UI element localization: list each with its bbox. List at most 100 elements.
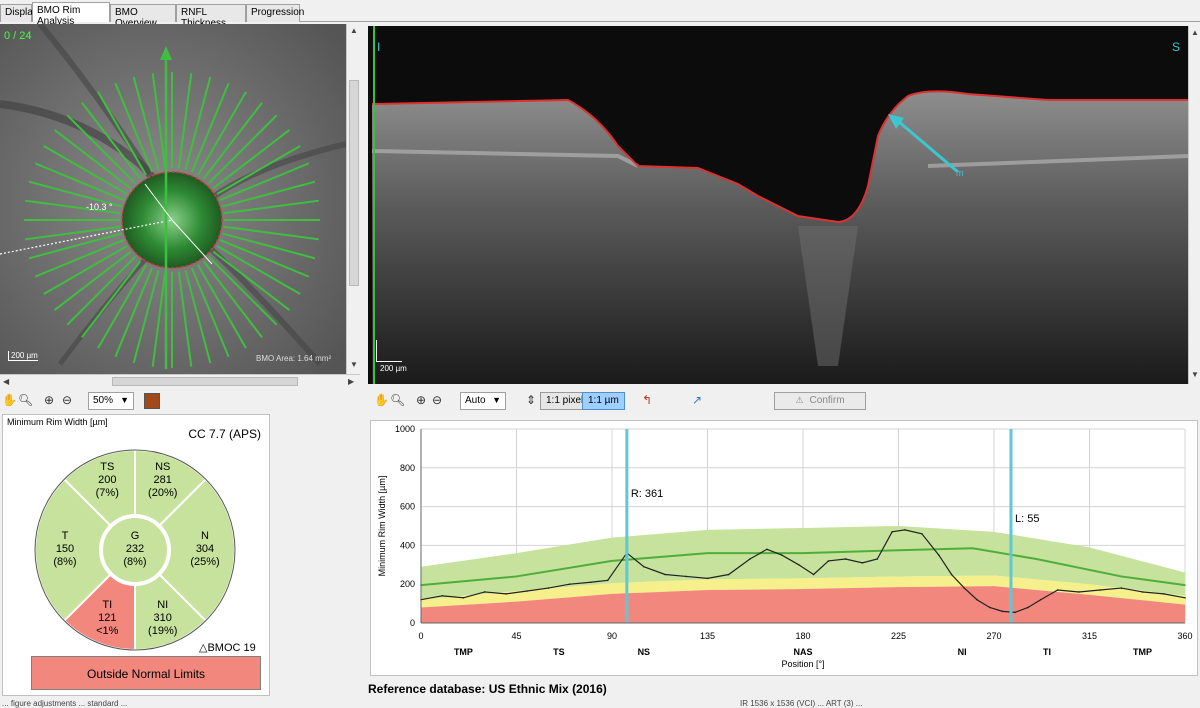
zoom-out-icon[interactable]: ⊖ <box>62 393 72 407</box>
zoom-out-icon[interactable]: ⊖ <box>432 393 442 407</box>
sector-label-t: T 150 (8%) <box>43 530 87 569</box>
series-point <box>891 531 893 533</box>
mrw-profile-chart: R: 361 L: 55 0 200 400 600 800 1000 0 45 90 135 180 2… <box>377 424 1193 669</box>
series-point <box>547 587 550 589</box>
series-point <box>876 558 879 560</box>
series-point <box>462 596 465 599</box>
y-tick-label: 800 <box>400 463 415 473</box>
zoom-select[interactable]: 50% ▼ <box>88 392 134 410</box>
sector-value: 121 <box>98 611 117 624</box>
slice-index-label: 0 / 24 <box>4 30 32 42</box>
sector-axis-label: NI <box>958 647 967 657</box>
button-label: 1:1 µm <box>588 395 619 406</box>
x-tick-label: 0 <box>418 631 423 641</box>
series-point <box>611 560 613 562</box>
series-point <box>526 590 528 592</box>
zoom-in-icon[interactable]: ⊕ <box>44 393 54 407</box>
series-point <box>1014 611 1017 614</box>
x-tick-label: 135 <box>700 631 715 641</box>
cursor-label: R: 361 <box>631 488 663 500</box>
confirm-button[interactable]: ⚠ Confirm <box>774 392 866 410</box>
angle-label: -10.3 ° <box>86 202 113 212</box>
mrw-profile-panel: R: 361 L: 55 0 200 400 600 800 1000 0 45 90 135 180 2… <box>370 420 1198 676</box>
scroll-right-icon[interactable]: ▶ <box>348 377 354 386</box>
sector-axis-label: NS <box>638 647 651 657</box>
y-tick-label: 1000 <box>395 424 415 434</box>
sector-name: TS <box>100 461 115 474</box>
cursor-label: L: 55 <box>1015 513 1039 525</box>
x-tick-label: 180 <box>795 631 810 641</box>
scroll-down-icon[interactable]: ▼ <box>350 360 358 369</box>
sector-label-ts: TS 200 (7%) <box>85 461 129 500</box>
series-point <box>976 598 978 601</box>
tab-bmo-rim-analysis[interactable]: BMO Rim Analysis <box>32 2 110 27</box>
tab-display[interactable]: Display <box>0 4 38 22</box>
sector-name: NS <box>155 461 171 474</box>
fundus-image[interactable]: 0 / 24 -10.3 ° 200 µm BMO Area: 1.64 mm² <box>0 24 346 374</box>
tab-bmo-overview[interactable]: BMO Overview <box>110 4 176 29</box>
reference-database-label: Reference database: US Ethnic Mix (2016) <box>368 682 607 696</box>
edit-segmentation-icon[interactable]: ↰ <box>642 393 652 407</box>
series-point <box>515 575 518 578</box>
series-point <box>589 581 592 584</box>
fundus-graphic <box>0 24 346 374</box>
series-point <box>706 552 709 554</box>
sector-name: T <box>61 530 69 542</box>
bscan-graphic <box>368 26 1188 384</box>
series-point <box>1141 591 1144 593</box>
sector-name: TI <box>102 598 113 611</box>
fit-height-icon[interactable]: ⇕ <box>526 393 536 407</box>
scroll-up-icon[interactable]: ▲ <box>1191 28 1199 37</box>
tab-progression[interactable]: Progression <box>246 4 304 22</box>
sector-pct: (8%) <box>123 556 147 568</box>
series-point <box>685 575 688 578</box>
bmo-point-label: m <box>956 168 964 178</box>
zoom-icon[interactable]: 🔍︎ <box>18 393 33 407</box>
x-tick-label: 225 <box>891 631 906 641</box>
fundus-toolbar: ✋ 🔍︎ ⊕ ⊖ 50% ▼ <box>0 390 360 412</box>
scrollbar-thumb[interactable] <box>349 80 359 286</box>
y-tick-label: 200 <box>400 579 415 589</box>
sector-pct: <1% <box>96 624 119 637</box>
mrw-sector-panel: Minimum Rim Width [µm] CC 7.7 (APS) TS 20… <box>2 414 270 696</box>
sector-name: NI <box>157 598 169 611</box>
x-tick-label: 90 <box>607 631 617 641</box>
series-point <box>749 558 751 560</box>
y-tick-label: 400 <box>400 540 415 550</box>
scroll-left-icon[interactable]: ◀ <box>3 377 9 386</box>
bscan-vertical-scrollbar[interactable]: ▲ ▼ <box>1188 26 1200 384</box>
scroll-down-icon[interactable]: ▼ <box>1191 370 1199 379</box>
scale-mode-select[interactable]: Auto ▼ <box>460 392 506 410</box>
oct-bscan-image[interactable]: I S m 200 µm <box>368 26 1188 384</box>
series-point <box>844 558 847 560</box>
sector-value: 232 <box>125 543 145 555</box>
series-point <box>643 565 645 568</box>
series-point <box>706 577 709 580</box>
scroll-up-icon[interactable]: ▲ <box>350 26 358 35</box>
sector-pct: (8%) <box>53 556 77 568</box>
color-toggle-icon[interactable] <box>144 393 160 409</box>
sector-axis-label: TMP <box>454 647 473 657</box>
zoom-in-icon[interactable]: ⊕ <box>416 393 426 407</box>
bmo-area-label: BMO Area: 1.64 mm² <box>256 354 332 363</box>
series-point <box>441 595 444 597</box>
pan-hand-icon[interactable]: ✋ <box>2 393 17 407</box>
sector-pct: (7%) <box>95 487 119 500</box>
sector-label-n: N 304 (25%) <box>183 530 227 569</box>
sector-name: N <box>201 530 209 542</box>
fundus-horizontal-scrollbar[interactable]: ◀ ▶ <box>0 374 360 387</box>
series-point <box>938 554 940 556</box>
pan-hand-icon[interactable]: ✋ <box>374 393 389 407</box>
fundus-vertical-scrollbar[interactable]: ▲ ▼ <box>346 24 360 374</box>
tab-rnfl-thickness[interactable]: RNFL Thickness <box>176 4 246 29</box>
micron-ratio-button[interactable]: 1:1 µm <box>582 392 625 410</box>
series-point <box>568 583 571 585</box>
button-label: Confirm <box>809 395 845 406</box>
x-tick-label: 270 <box>986 631 1001 641</box>
scrollbar-thumb[interactable] <box>112 377 298 386</box>
edit-bmo-icon[interactable]: ↗ <box>692 393 702 407</box>
zoom-icon[interactable]: 🔍︎ <box>390 393 405 407</box>
series-point <box>727 573 730 576</box>
sector-axis-label: TI <box>1043 647 1051 657</box>
series-point <box>797 564 800 566</box>
